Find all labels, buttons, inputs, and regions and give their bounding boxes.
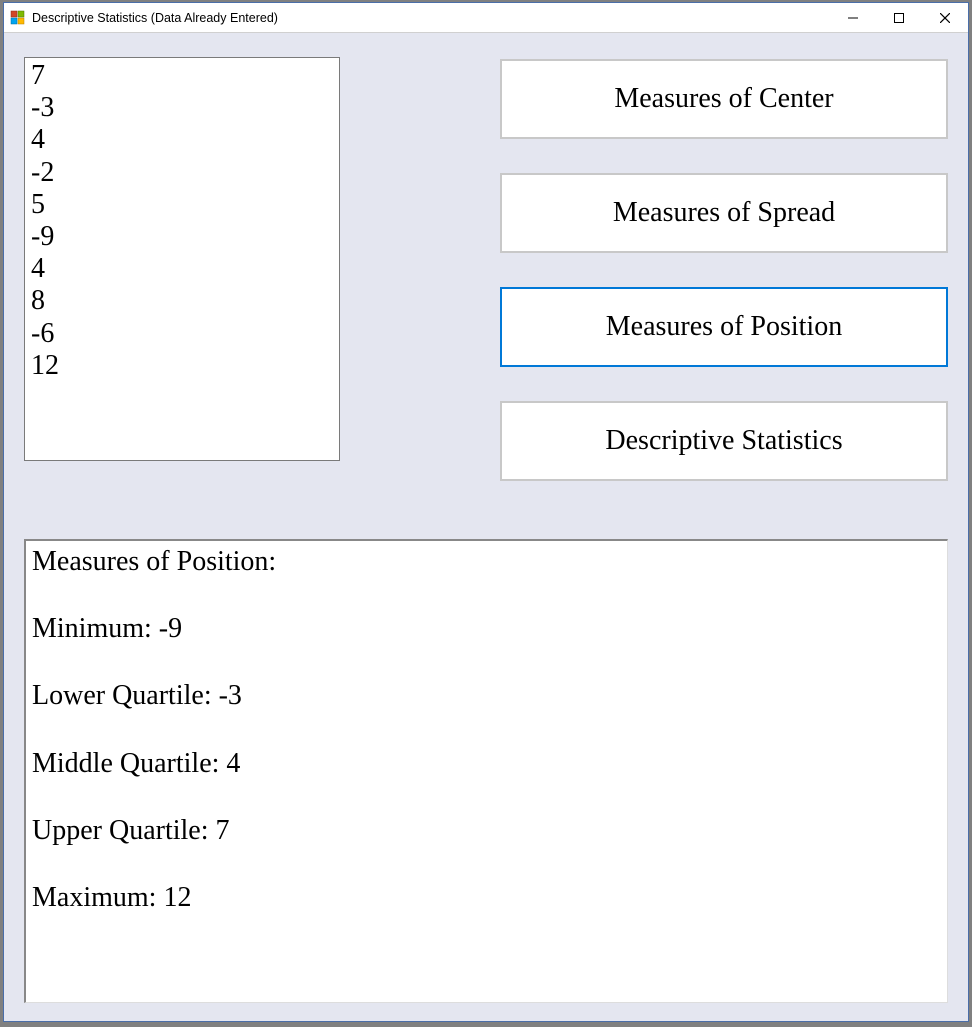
window-title: Descriptive Statistics (Data Already Ent…: [32, 11, 830, 25]
list-item[interactable]: -2: [31, 157, 333, 189]
list-item[interactable]: 8: [31, 285, 333, 317]
app-icon: [10, 10, 26, 26]
window-controls: [830, 3, 968, 32]
button-column: Measures of Center Measures of Spread Me…: [500, 57, 948, 481]
measures-of-center-button[interactable]: Measures of Center: [500, 59, 948, 139]
list-item[interactable]: -3: [31, 92, 333, 124]
measures-of-position-button[interactable]: Measures of Position: [500, 287, 948, 367]
top-row: 7-34-25-948-612 Measures of Center Measu…: [24, 57, 948, 481]
client-area: 7-34-25-948-612 Measures of Center Measu…: [4, 33, 968, 1021]
minimize-button[interactable]: [830, 3, 876, 32]
data-listbox[interactable]: 7-34-25-948-612: [24, 57, 340, 461]
list-item[interactable]: 4: [31, 253, 333, 285]
list-item[interactable]: -9: [31, 221, 333, 253]
close-button[interactable]: [922, 3, 968, 32]
list-item[interactable]: 5: [31, 189, 333, 221]
list-item[interactable]: 4: [31, 124, 333, 156]
titlebar: Descriptive Statistics (Data Already Ent…: [4, 3, 968, 33]
list-item[interactable]: 7: [31, 60, 333, 92]
descriptive-statistics-button[interactable]: Descriptive Statistics: [500, 401, 948, 481]
list-item[interactable]: -6: [31, 318, 333, 350]
maximize-button[interactable]: [876, 3, 922, 32]
measures-of-spread-button[interactable]: Measures of Spread: [500, 173, 948, 253]
app-window: Descriptive Statistics (Data Already Ent…: [3, 2, 969, 1022]
output-textbox[interactable]: Measures of Position: Minimum: -9 Lower …: [24, 539, 948, 1003]
list-item[interactable]: 12: [31, 350, 333, 382]
